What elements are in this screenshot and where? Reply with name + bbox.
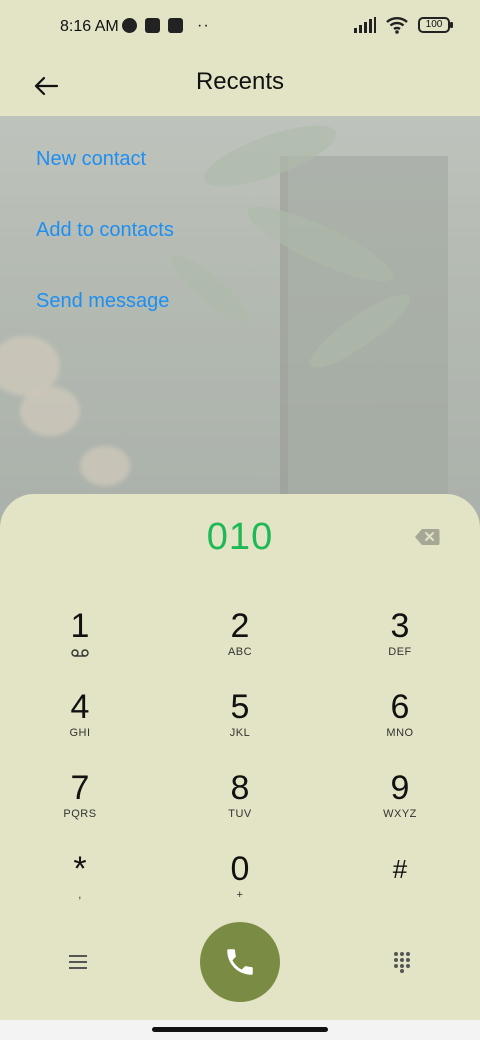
background-overlay [0,116,480,536]
signal-icon [354,17,376,33]
status-time: 8:16 AM [60,18,119,35]
key-digit: # [392,854,408,884]
key-digit: 8 [230,769,250,807]
key-1[interactable]: 1 [20,608,140,680]
key-digit: 0 [230,850,250,888]
key-digit: 4 [70,688,90,726]
key-hash[interactable]: # [340,851,460,923]
menu-button[interactable] [60,944,96,980]
app-notification-icon [122,18,137,33]
add-to-contacts-link[interactable]: Add to contacts [36,219,174,242]
key-5[interactable]: 5 JKL [180,689,300,761]
dialpad-icon [394,952,410,973]
wallpaper-background [0,116,480,536]
square-notification-icon [145,18,160,33]
key-8[interactable]: 8 TUV [180,770,300,842]
number-display: 010 [0,494,480,578]
key-digit: 2 [230,607,250,645]
key-letters: JKL [229,727,251,739]
call-button[interactable] [200,922,280,1002]
dialer-bottom-bar [0,914,480,1004]
notification-icons: ·· [122,16,210,34]
key-3[interactable]: 3 DEF [340,608,460,680]
key-star[interactable]: * , [20,851,140,923]
key-letters: WXYZ [383,808,417,820]
key-letters: + [236,889,244,901]
phone-icon [227,949,253,975]
dialer-panel: 010 1 2 ABC 3 DEF 4 GHI 5 JKL 6 MNO 7 PQ… [0,494,480,1020]
key-0[interactable]: 0 + [180,851,300,923]
key-letters: DEF [388,646,412,658]
key-letters: MNO [386,727,414,739]
battery-icon: 100 [418,17,453,33]
key-9[interactable]: 9 WXYZ [340,770,460,842]
key-letters: PQRS [63,808,97,820]
key-letters: GHI [69,727,91,739]
dialed-number[interactable]: 010 [0,516,480,559]
upload-notification-icon [168,18,183,33]
key-letters: TUV [228,808,252,820]
send-message-link[interactable]: Send message [36,290,169,313]
key-letters: ABC [227,646,253,658]
key-digit: 9 [390,769,410,807]
dialpad-toggle-button[interactable] [384,944,420,980]
status-bar: 8:16 AM ·· 100 [0,0,480,56]
key-digit: * [73,850,87,888]
key-digit: 6 [390,688,410,726]
wifi-icon [386,17,408,34]
key-digit: 5 [230,688,250,726]
home-indicator[interactable] [152,1027,328,1032]
system-icons: 100 [354,16,453,34]
key-letters: , [78,889,82,901]
key-6[interactable]: 6 MNO [340,689,460,761]
key-digit: 7 [70,769,90,807]
new-contact-link[interactable]: New contact [36,148,146,171]
backspace-icon[interactable] [414,528,440,546]
key-4[interactable]: 4 GHI [20,689,140,761]
menu-icon [69,955,87,969]
key-7[interactable]: 7 PQRS [20,770,140,842]
app-header: Recents [0,56,480,116]
key-digit: 3 [390,607,410,645]
voicemail-icon [71,649,89,657]
page-title: Recents [195,68,285,95]
more-notifications-icon: ·· [197,16,210,34]
key-digit: 1 [70,607,90,645]
key-2[interactable]: 2 ABC [180,608,300,680]
